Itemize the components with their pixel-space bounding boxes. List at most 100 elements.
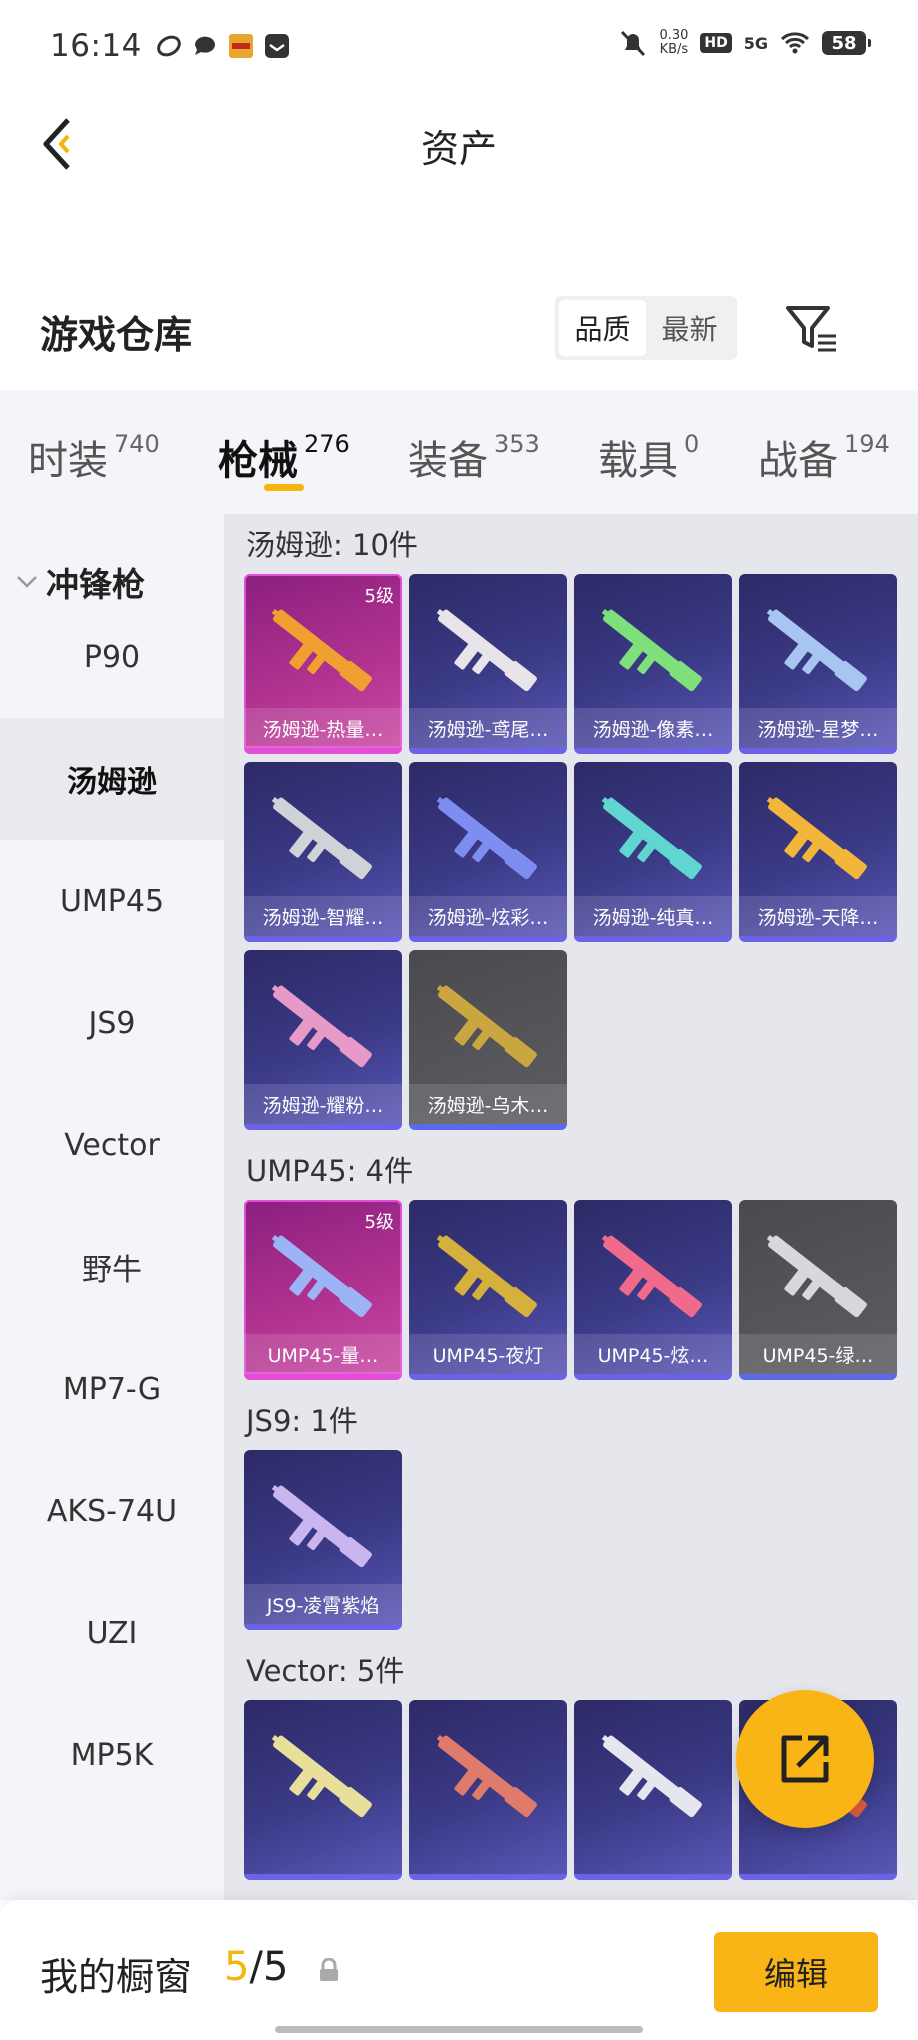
card-name: 汤姆逊-智耀…	[244, 896, 402, 936]
warehouse-title: 游戏仓库	[40, 313, 193, 357]
sidebar-item[interactable]: 汤姆逊	[0, 718, 224, 840]
net-speed-value: 0.30	[659, 28, 689, 43]
gun-icon	[601, 1735, 702, 1818]
showcase-total: 5	[262, 1944, 289, 1990]
sort-toggle: 品质 最新	[555, 296, 737, 360]
weapon-card[interactable]	[244, 1700, 402, 1880]
sidebar-item[interactable]: UMP45	[0, 840, 224, 962]
active-tab-indicator	[264, 484, 304, 491]
sidebar-item[interactable]: 野牛	[0, 1206, 224, 1328]
card-name: UMP45-炫…	[574, 1334, 732, 1374]
gun-icon	[601, 609, 702, 692]
showcase-current: 5	[224, 1944, 250, 1990]
tab-combat-gear[interactable]: 战备 194	[758, 428, 890, 486]
home-indicator	[275, 2026, 643, 2033]
card-level-badge: 5级	[364, 586, 394, 607]
card-name: 汤姆逊-天降…	[739, 896, 897, 936]
weapon-card[interactable]: 汤姆逊-星梦…	[739, 574, 897, 754]
gun-icon	[436, 1235, 537, 1318]
message-icon	[194, 36, 215, 55]
weapon-card[interactable]	[409, 1700, 567, 1880]
category-tabs: 时装 740 枪械 276 装备 353 载具 0 战备 194	[0, 390, 918, 514]
gun-icon	[766, 609, 867, 692]
weapon-card[interactable]: UMP45-夜灯	[409, 1200, 567, 1380]
tab-fashion[interactable]: 时装 740	[28, 428, 160, 486]
card-name: UMP45-量…	[244, 1334, 402, 1374]
gun-icon	[271, 609, 372, 692]
sidebar-item[interactable]: JS9	[0, 962, 224, 1084]
filter-icon[interactable]	[784, 302, 840, 356]
gun-icon	[271, 797, 372, 880]
weapon-card[interactable]: 汤姆逊-鸢尾…	[409, 574, 567, 754]
section-title: UMP45: 4件	[246, 1154, 414, 1188]
sidebar-item[interactable]: MP7-G	[0, 1328, 224, 1450]
weapon-card[interactable]: UMP45-炫…	[574, 1200, 732, 1380]
sort-by-newest[interactable]: 最新	[646, 300, 733, 356]
tab-equipment[interactable]: 装备 353	[408, 428, 540, 486]
tab-label: 时装	[28, 438, 108, 484]
section-title: 汤姆逊: 10件	[246, 528, 418, 562]
gun-icon	[436, 1735, 537, 1818]
card-name: JS9-凌霄紫焰	[244, 1584, 402, 1624]
weapon-card[interactable]: 汤姆逊-天降…	[739, 762, 897, 942]
sidebar-item[interactable]: AKS-74U	[0, 1450, 224, 1572]
gun-icon	[271, 1735, 372, 1818]
share-button[interactable]	[736, 1690, 874, 1828]
tab-label: 装备	[408, 438, 488, 484]
weapon-card[interactable]: 汤姆逊-像素…	[574, 574, 732, 754]
card-name: 汤姆逊-像素…	[574, 708, 732, 748]
tab-count: 276	[304, 430, 350, 458]
tab-label: 战备	[758, 438, 838, 484]
tab-count: 194	[844, 430, 890, 458]
edit-button[interactable]: 编辑	[714, 1932, 878, 2012]
sidebar-item[interactable]: MP5K	[0, 1694, 224, 1816]
header: 资产	[0, 92, 918, 192]
weapon-card[interactable]: 汤姆逊-耀粉…	[244, 950, 402, 1130]
tab-label: 载具	[598, 438, 678, 484]
weapon-type-sidebar: 冲锋枪 P90 汤姆逊 UMP45 JS9 Vector 野牛 MP7-G AKS-74U UZ…	[0, 514, 224, 1900]
weapon-card[interactable]	[574, 1700, 732, 1880]
sidebar-item[interactable]: UZI	[0, 1572, 224, 1694]
showcase-separator: /	[249, 1944, 263, 1990]
app-notification-icon	[157, 35, 181, 57]
gun-icon	[436, 609, 537, 692]
card-name: 汤姆逊-耀粉…	[244, 1084, 402, 1124]
lock-icon	[320, 1958, 338, 1981]
tab-count: 740	[114, 430, 160, 458]
gun-icon	[436, 985, 537, 1068]
tab-label: 枪械	[218, 438, 298, 484]
sidebar-item[interactable]: P90	[0, 596, 224, 718]
chevron-down-icon	[17, 576, 37, 588]
weapon-card[interactable]: 汤姆逊-乌木…	[409, 950, 567, 1130]
status-notification-icons	[156, 33, 290, 59]
tab-count: 353	[494, 430, 540, 458]
weapon-card[interactable]: JS9-凌霄紫焰	[244, 1450, 402, 1630]
gun-icon	[601, 1235, 702, 1318]
section-title: JS9: 1件	[246, 1404, 358, 1438]
status-right-icons: 0.30 KB/s HD 5G 58	[619, 28, 871, 58]
gun-icon	[436, 797, 537, 880]
weapon-card[interactable]: 汤姆逊-纯真…	[574, 762, 732, 942]
tab-firearms[interactable]: 枪械 276	[218, 428, 350, 486]
net-speed: 0.30 KB/s	[659, 29, 688, 57]
weapon-card[interactable]: 汤姆逊-智耀…	[244, 762, 402, 942]
bell-muted-icon	[621, 30, 646, 57]
weapon-card[interactable]: 汤姆逊-炫彩…	[409, 762, 567, 942]
game-app-icon	[228, 34, 253, 58]
status-time: 16:14	[50, 28, 142, 64]
weapon-card[interactable]: 5级汤姆逊-热量…	[244, 574, 402, 754]
card-name: UMP45-夜灯	[409, 1334, 567, 1374]
weapon-card[interactable]: 5级 UMP45-量…	[244, 1200, 402, 1380]
weapon-card[interactable]: UMP45-绿…	[739, 1200, 897, 1380]
sidebar-item[interactable]: Vector	[0, 1084, 224, 1206]
card-name: 汤姆逊-热量…	[244, 708, 402, 748]
status-bar: 16:14 0.30 KB/s HD 5G 58	[0, 0, 918, 92]
inbox-icon	[264, 34, 289, 58]
gun-icon	[271, 985, 372, 1068]
tab-vehicles[interactable]: 载具 0	[598, 428, 699, 486]
section-title: Vector: 5件	[246, 1654, 405, 1688]
gun-icon	[766, 797, 867, 880]
wifi-icon	[780, 32, 810, 54]
sort-by-quality[interactable]: 品质	[559, 300, 646, 356]
net-speed-unit: KB/s	[659, 42, 689, 57]
